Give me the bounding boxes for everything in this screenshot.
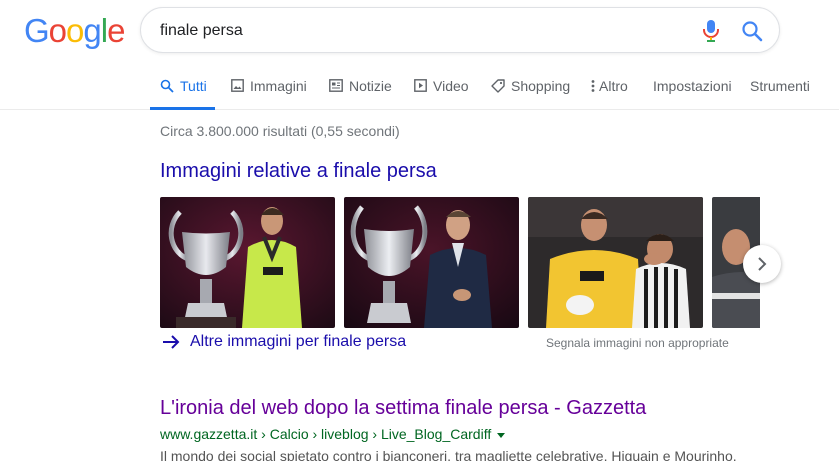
result-url: www.gazzetta.it › Calcio › liveblog › Li…	[160, 426, 506, 442]
tab-label: Shopping	[511, 78, 571, 94]
result-snippet: Il mondo dei social spietato contro i bi…	[160, 448, 737, 461]
report-images-link[interactable]: Segnala immagini non appropriate	[546, 336, 729, 350]
image-icon	[231, 79, 244, 92]
tab-strumenti[interactable]: Strumenti	[750, 78, 810, 110]
microphone-icon[interactable]	[702, 19, 720, 43]
tab-label: Impostazioni	[653, 78, 732, 94]
result-title-link[interactable]: L'ironia del web dopo la settima finale …	[160, 397, 646, 420]
search-icon	[160, 79, 174, 93]
caret-down-icon[interactable]	[497, 432, 506, 438]
logo-letter: g	[83, 12, 101, 49]
video-icon	[414, 79, 427, 92]
tag-icon	[491, 79, 505, 93]
result-stats: Circa 3.800.000 risultati (0,55 secondi)	[160, 123, 400, 139]
image-thumbnail[interactable]	[160, 197, 335, 328]
logo-letter: G	[24, 12, 50, 49]
more-images-label: Altre immagini per finale persa	[190, 333, 407, 350]
carousel-next-button[interactable]	[743, 245, 781, 283]
image-thumbnail[interactable]	[528, 197, 703, 328]
tab-label: Video	[433, 78, 469, 94]
tab-immagini[interactable]: Immagini	[231, 78, 307, 110]
tab-notizie[interactable]: Notizie	[329, 78, 392, 110]
tab-label: Notizie	[349, 78, 392, 94]
tab-altro[interactable]: Altro	[591, 78, 628, 110]
tab-label: Tutti	[180, 78, 207, 94]
tab-shopping[interactable]: Shopping	[491, 78, 570, 110]
search-box	[140, 7, 780, 53]
logo-letter: o	[66, 12, 84, 49]
tab-label: Immagini	[250, 78, 307, 94]
tab-tutti[interactable]: Tutti	[150, 78, 215, 110]
search-tabs: Tutti Immagini Notizie Video Shopping Al…	[0, 68, 839, 110]
tab-label: Strumenti	[750, 78, 810, 94]
tab-impostazioni[interactable]: Impostazioni	[653, 78, 732, 110]
news-icon	[329, 79, 343, 92]
more-images-link[interactable]: Altre immagini per finale persa	[162, 333, 406, 351]
logo-letter: e	[107, 12, 125, 49]
google-logo[interactable]: Google	[24, 11, 125, 51]
tab-video[interactable]: Video	[414, 78, 469, 110]
image-carousel	[160, 197, 760, 329]
chevron-right-icon	[758, 257, 767, 271]
more-vert-icon	[591, 80, 595, 92]
logo-letter: o	[48, 12, 67, 49]
images-heading-link[interactable]: Immagini relative a finale persa	[160, 160, 437, 183]
result-url-text: www.gazzetta.it › Calcio › liveblog › Li…	[160, 426, 492, 442]
arrow-right-icon	[163, 335, 180, 349]
search-input[interactable]	[160, 20, 680, 42]
search-icon[interactable]	[741, 20, 763, 42]
tab-label: Altro	[599, 78, 628, 94]
image-thumbnail[interactable]	[344, 197, 519, 328]
